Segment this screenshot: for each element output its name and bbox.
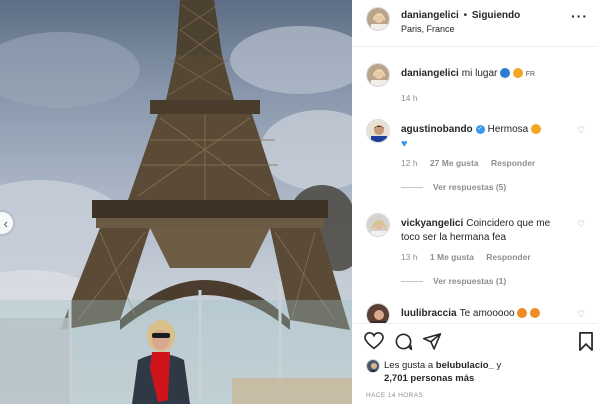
- caption-body: mi lugar: [461, 68, 498, 79]
- following-button[interactable]: Siguiendo: [472, 10, 520, 21]
- replies-divider: [401, 281, 423, 283]
- view-replies-button[interactable]: Ver respuestas (5): [401, 182, 506, 192]
- instagram-post: ‹ daniangelici • Siguiendo Paris, France…: [0, 0, 598, 404]
- comment-avatar[interactable]: [366, 213, 390, 237]
- comment-time[interactable]: 13 h: [401, 252, 418, 262]
- liker-avatar[interactable]: [366, 359, 380, 373]
- caption-meta: 14 h: [401, 93, 428, 103]
- author-username[interactable]: daniangelici: [401, 10, 459, 21]
- likes-prefix: Les gusta a: [384, 360, 434, 371]
- author-avatar[interactable]: [366, 7, 390, 31]
- comment-meta: 13 h 1 Me gusta Responder: [401, 252, 541, 262]
- view-replies-button[interactable]: Ver respuestas (1): [401, 276, 506, 286]
- reply-button[interactable]: Responder: [491, 158, 535, 168]
- comment-likes[interactable]: 1 Me gusta: [430, 252, 474, 262]
- flag-fr-icon: FR: [525, 71, 536, 78]
- comment-text: vickyangelici Coincidero que me toco ser …: [401, 217, 571, 245]
- caption-avatar[interactable]: [366, 63, 390, 87]
- blue-heart-emoji-icon: ♥: [401, 138, 408, 150]
- more-options-icon[interactable]: ···: [571, 8, 588, 24]
- likes-count[interactable]: 2,701 personas más: [384, 373, 474, 384]
- view-replies-label: Ver respuestas (1): [433, 276, 507, 286]
- header-separator: •: [463, 10, 468, 21]
- post-timestamp[interactable]: HACE 14 HORAS: [366, 392, 423, 399]
- liker-username[interactable]: belubulacio_: [436, 360, 494, 371]
- cat-heart-eyes-emoji-icon: [530, 308, 541, 319]
- post-location[interactable]: Paris, France: [401, 24, 455, 34]
- comment-meta: 12 h 27 Me gusta Responder: [401, 158, 545, 168]
- verified-badge-icon: ✓: [475, 124, 485, 134]
- caption-username[interactable]: daniangelici: [401, 68, 459, 79]
- like-heart-icon[interactable]: [364, 332, 384, 350]
- replies-divider: [401, 187, 423, 189]
- comment-avatar[interactable]: [366, 303, 390, 323]
- view-replies-label: Ver respuestas (5): [433, 182, 507, 192]
- comment-username[interactable]: vickyangelici: [401, 218, 463, 229]
- comment-body: Te amooooo: [459, 308, 515, 319]
- save-bookmark-icon[interactable]: [578, 332, 594, 351]
- post-photo[interactable]: ‹: [0, 0, 352, 404]
- heart-eyes-emoji-icon: [512, 68, 523, 79]
- reply-button[interactable]: Responder: [486, 252, 530, 262]
- comment-likes[interactable]: 27 Me gusta: [430, 158, 479, 168]
- cat-heart-eyes-emoji-icon: [517, 308, 528, 319]
- comment-username[interactable]: agustinobando: [401, 124, 473, 135]
- eiffel-tower-scene: [0, 0, 352, 404]
- comment-like-icon[interactable]: ♡: [577, 219, 585, 230]
- comment-avatar[interactable]: [366, 119, 390, 143]
- caption-text: daniangelici mi lugar FR: [401, 67, 571, 82]
- comment-text: luulibraccia Te amooooo: [401, 307, 571, 321]
- globe-emoji-icon: [500, 68, 511, 79]
- author-line: daniangelici • Siguiendo: [401, 10, 520, 21]
- comment-like-icon[interactable]: ♡: [577, 309, 585, 320]
- caption-time[interactable]: 14 h: [401, 93, 418, 103]
- share-paper-plane-icon[interactable]: [423, 332, 442, 350]
- post-header: daniangelici • Siguiendo Paris, France ·…: [352, 0, 598, 47]
- comment-text: agustinobando ✓ Hermosa ♥: [401, 123, 571, 152]
- post-actions: Les gusta a belubulacio_ y 2,701 persona…: [352, 323, 598, 404]
- post-side-panel: daniangelici • Siguiendo Paris, France ·…: [352, 0, 598, 404]
- comment-like-icon[interactable]: ♡: [577, 125, 585, 136]
- comment-body: Hermosa: [487, 124, 529, 135]
- likes-summary: Les gusta a belubulacio_ y 2,701 persona…: [384, 359, 584, 385]
- comment-username[interactable]: luulibraccia: [401, 308, 457, 319]
- comments-list: daniangelici mi lugar FR 14 h agustinoban…: [352, 47, 598, 323]
- comment-time[interactable]: 12 h: [401, 158, 418, 168]
- likes-joiner: y: [496, 360, 502, 371]
- chevron-left-icon: ‹: [3, 215, 8, 231]
- heart-eyes-emoji-icon: [531, 124, 542, 135]
- comment-bubble-icon[interactable]: [394, 332, 413, 351]
